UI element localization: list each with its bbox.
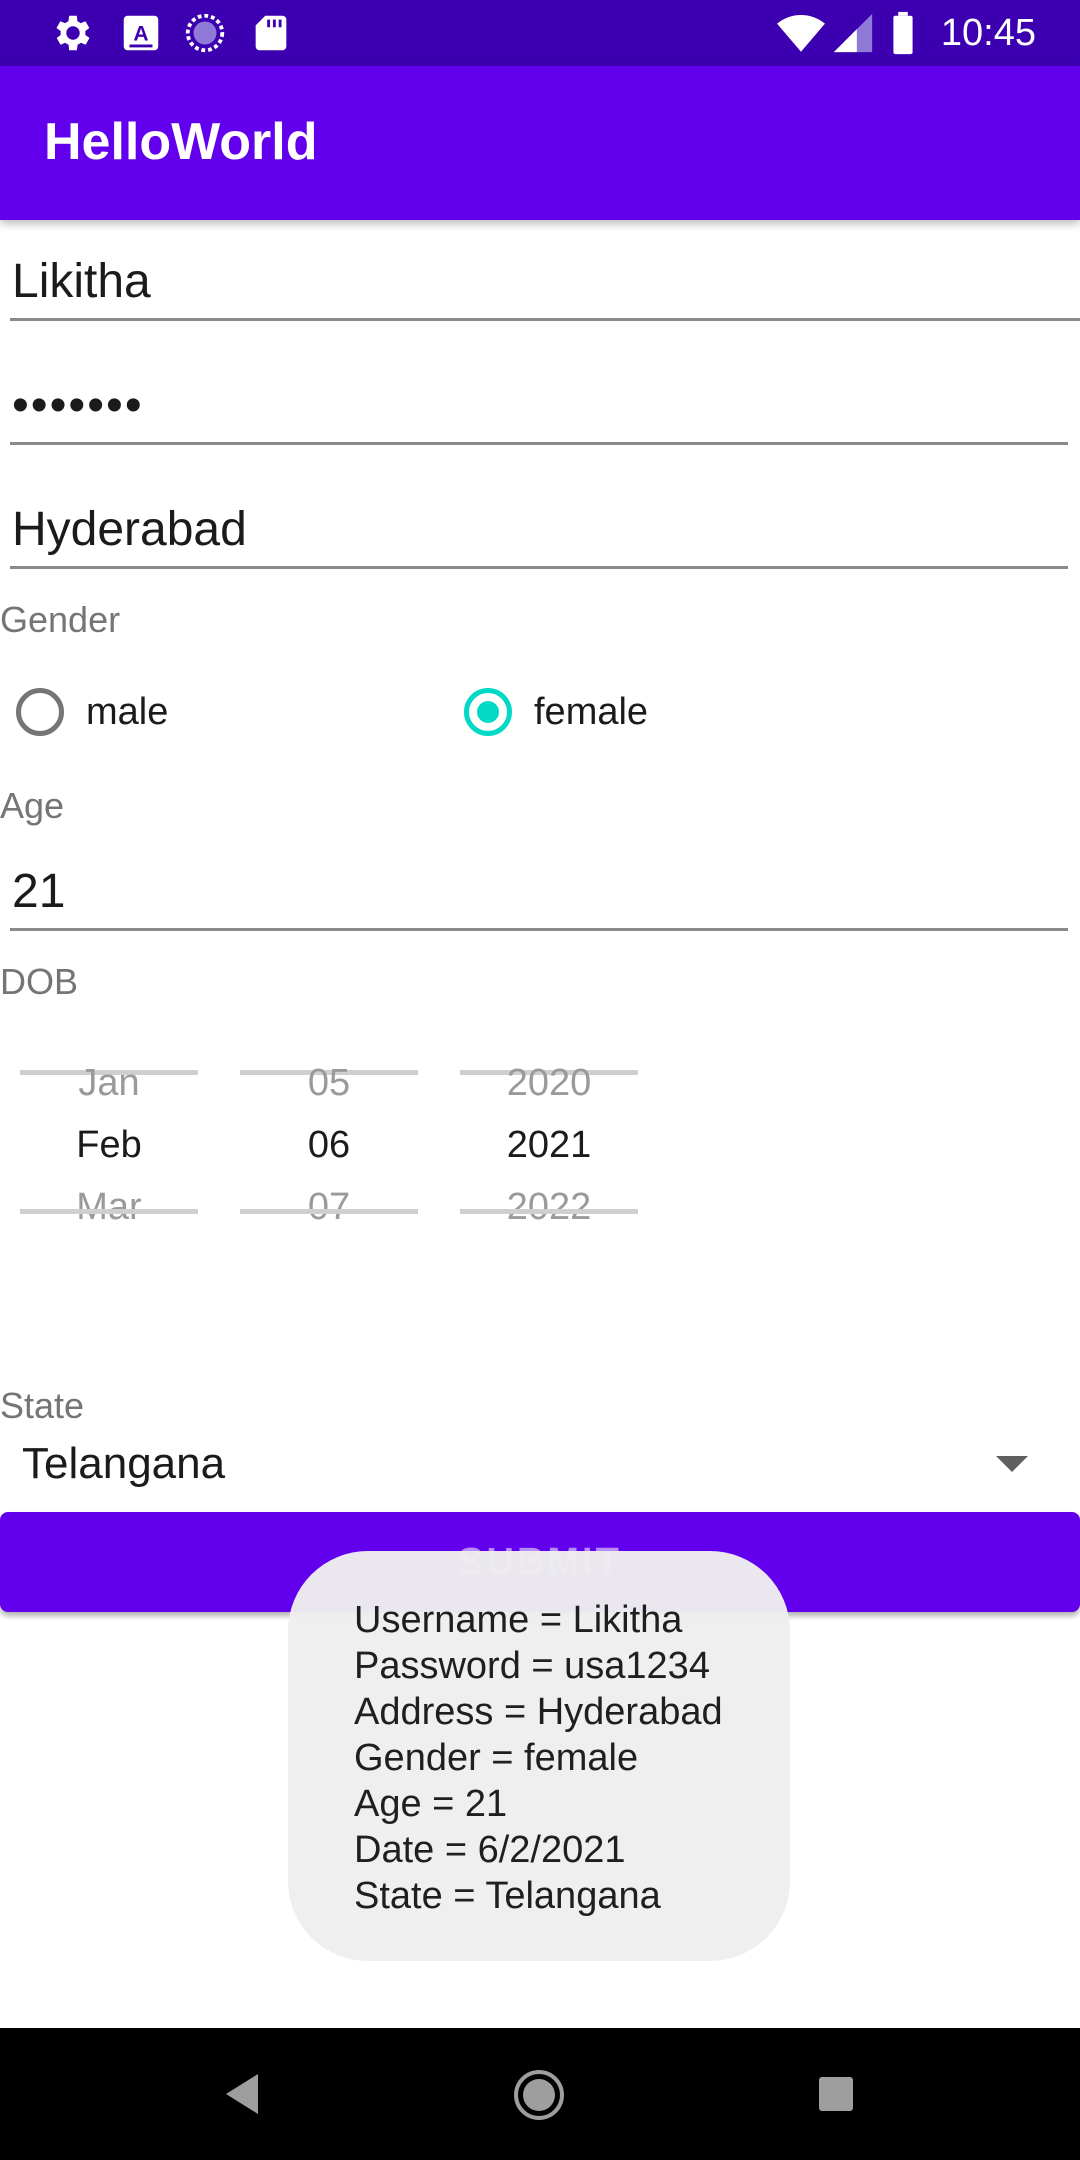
app-title: HelloWorld bbox=[44, 113, 318, 171]
back-icon[interactable] bbox=[222, 2072, 262, 2121]
radio-male-label: male bbox=[86, 691, 169, 733]
state-value[interactable]: Telangana bbox=[22, 1436, 225, 1492]
age-field[interactable]: 21 bbox=[10, 862, 1068, 931]
month-selected[interactable]: Feb bbox=[20, 1122, 198, 1168]
toast-line-gender: Gender = female bbox=[354, 1737, 639, 1779]
wifi-icon bbox=[776, 10, 826, 56]
toast-line-age: Age = 21 bbox=[354, 1783, 508, 1825]
password-field[interactable]: ••••••• bbox=[10, 376, 1068, 445]
spinner-icon bbox=[182, 10, 228, 56]
toast-line-state: State = Telangana bbox=[354, 1875, 661, 1917]
year-picker-bottom-divider bbox=[460, 1209, 638, 1214]
age-value: 21 bbox=[12, 865, 66, 918]
username-underline bbox=[10, 318, 1080, 321]
address-field[interactable]: Hyderabad bbox=[10, 500, 1068, 569]
toast-line-password: Password = usa1234 bbox=[354, 1645, 710, 1687]
toast-line-date: Date = 6/2/2021 bbox=[354, 1829, 626, 1871]
radio-female-circle[interactable] bbox=[464, 688, 512, 736]
address-value: Hyderabad bbox=[12, 503, 247, 556]
svg-text:A: A bbox=[133, 23, 148, 46]
gear-icon bbox=[50, 10, 96, 56]
toast-line-address: Address = Hyderabad bbox=[354, 1691, 723, 1733]
month-picker-bottom-divider bbox=[20, 1209, 198, 1214]
navigation-bar bbox=[0, 2028, 1080, 2160]
signal-icon bbox=[830, 10, 876, 56]
year-prev[interactable]: 2020 bbox=[460, 1060, 638, 1106]
toast-line-username: Username = Likitha bbox=[354, 1599, 683, 1641]
state-label: State bbox=[0, 1385, 85, 1426]
year-picker[interactable]: 2020 2021 2022 bbox=[460, 1060, 638, 1228]
address-underline bbox=[10, 566, 1068, 569]
password-underline bbox=[10, 442, 1068, 445]
username-field[interactable]: Likitha bbox=[10, 252, 1080, 321]
home-icon[interactable] bbox=[512, 2068, 566, 2127]
password-value: ••••••• bbox=[12, 379, 144, 432]
month-picker[interactable]: Jan Feb Mar bbox=[20, 1060, 198, 1228]
a-icon: A bbox=[118, 10, 164, 56]
radio-female-label: female bbox=[534, 691, 649, 733]
toast-message: Username = Likitha Password = usa1234 Ad… bbox=[288, 1551, 790, 1961]
sd-card-icon bbox=[248, 10, 294, 56]
day-next[interactable]: 07 bbox=[240, 1184, 418, 1230]
dob-label: DOB bbox=[0, 961, 79, 1002]
age-underline bbox=[10, 928, 1068, 931]
app-bar: HelloWorld bbox=[0, 66, 1080, 220]
dropdown-arrow-icon[interactable] bbox=[996, 1456, 1028, 1472]
day-picker[interactable]: 05 06 07 bbox=[240, 1060, 418, 1228]
status-bar: A 10:45 bbox=[0, 0, 1080, 66]
battery-icon bbox=[888, 10, 918, 56]
username-value: Likitha bbox=[12, 255, 151, 308]
radio-male-circle[interactable] bbox=[16, 688, 64, 736]
clock: 10:45 bbox=[940, 12, 1036, 54]
year-selected[interactable]: 2021 bbox=[460, 1122, 638, 1168]
day-picker-bottom-divider bbox=[240, 1209, 418, 1214]
radio-female[interactable]: female bbox=[464, 688, 648, 736]
recents-icon[interactable] bbox=[818, 2076, 854, 2117]
radio-male[interactable]: male bbox=[16, 688, 168, 736]
radio-selected-dot bbox=[477, 701, 499, 723]
age-label: Age bbox=[0, 785, 65, 826]
day-selected[interactable]: 06 bbox=[240, 1122, 418, 1168]
gender-label: Gender bbox=[0, 599, 121, 640]
day-prev[interactable]: 05 bbox=[240, 1060, 418, 1106]
month-prev[interactable]: Jan bbox=[20, 1060, 198, 1106]
month-next[interactable]: Mar bbox=[20, 1184, 198, 1230]
year-next[interactable]: 2022 bbox=[460, 1184, 638, 1230]
